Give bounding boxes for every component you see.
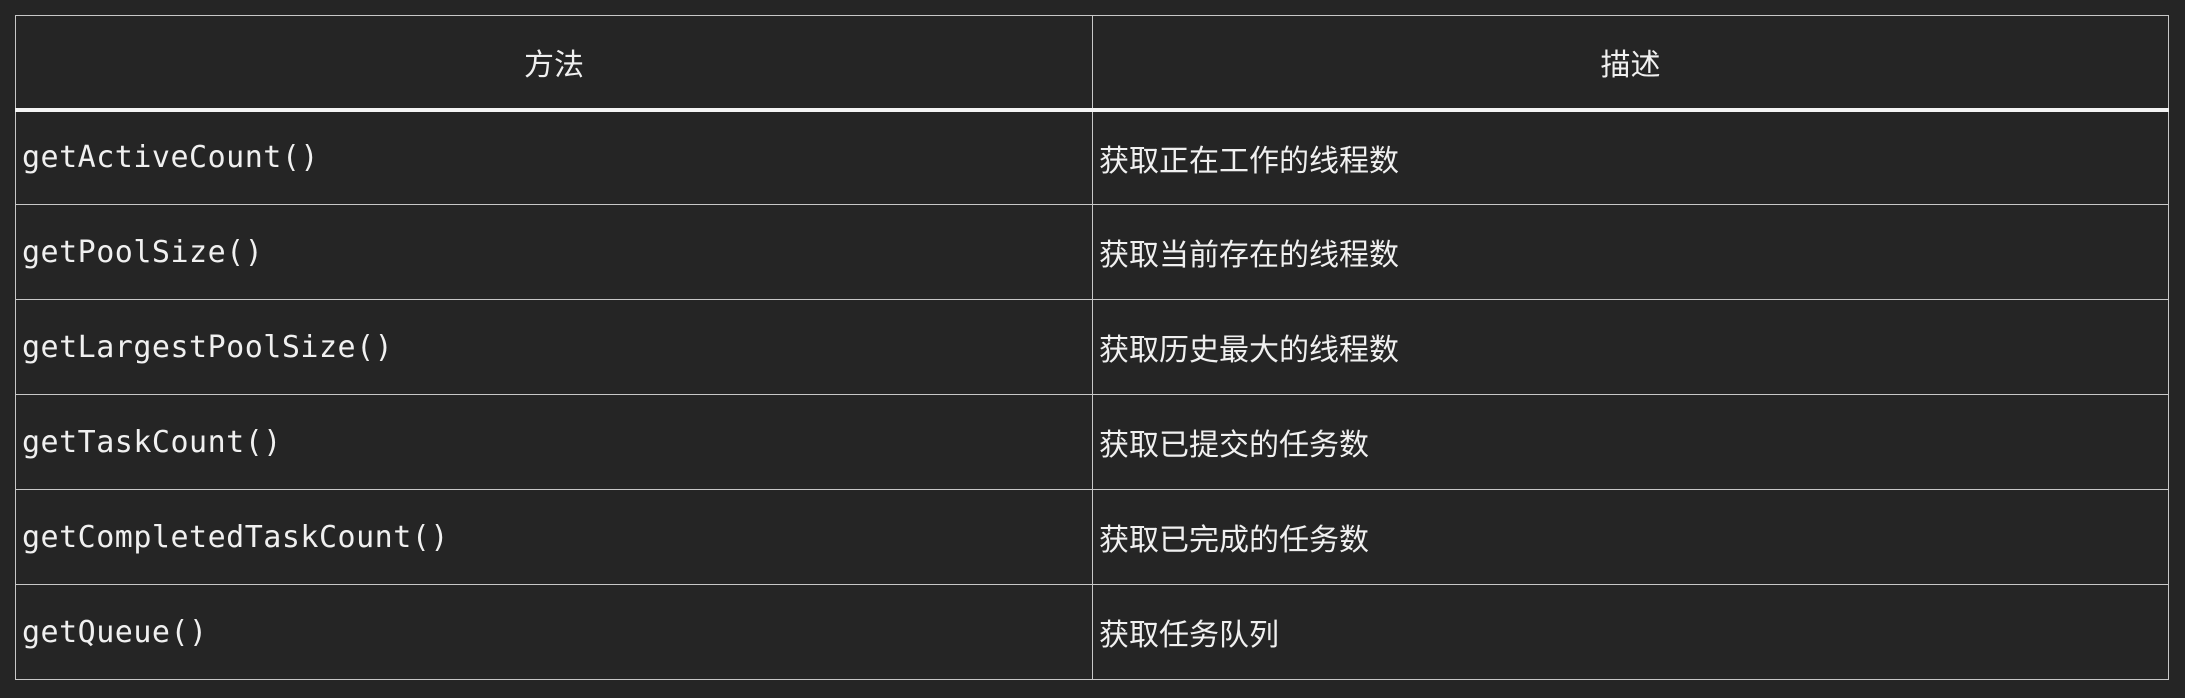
description-cell: 获取历史最大的线程数 (1092, 299, 2169, 395)
table-row: getLargestPoolSize() 获取历史最大的线程数 (15, 299, 2169, 395)
description-cell: 获取任务队列 (1092, 584, 2169, 680)
table-row: getQueue() 获取任务队列 (15, 584, 2169, 680)
method-cell: getActiveCount() (15, 109, 1093, 205)
description-cell: 获取已完成的任务数 (1092, 489, 2169, 585)
description-cell: 获取正在工作的线程数 (1092, 109, 2169, 205)
method-cell: getTaskCount() (15, 394, 1093, 490)
table-header-row: 方法 描述 (15, 15, 2169, 112)
method-table: 方法 描述 getActiveCount() 获取正在工作的线程数 getPoo… (15, 15, 2169, 680)
table-row: getActiveCount() 获取正在工作的线程数 (15, 109, 2169, 205)
description-cell: 获取已提交的任务数 (1092, 394, 2169, 490)
description-cell: 获取当前存在的线程数 (1092, 204, 2169, 300)
header-description: 描述 (1092, 15, 2169, 112)
table-row: getPoolSize() 获取当前存在的线程数 (15, 204, 2169, 300)
method-cell: getLargestPoolSize() (15, 299, 1093, 395)
header-method: 方法 (15, 15, 1093, 112)
method-cell: getQueue() (15, 584, 1093, 680)
method-cell: getPoolSize() (15, 204, 1093, 300)
method-cell: getCompletedTaskCount() (15, 489, 1093, 585)
table-row: getTaskCount() 获取已提交的任务数 (15, 394, 2169, 490)
method-table-container: 方法 描述 getActiveCount() 获取正在工作的线程数 getPoo… (15, 15, 2169, 680)
table-row: getCompletedTaskCount() 获取已完成的任务数 (15, 489, 2169, 585)
